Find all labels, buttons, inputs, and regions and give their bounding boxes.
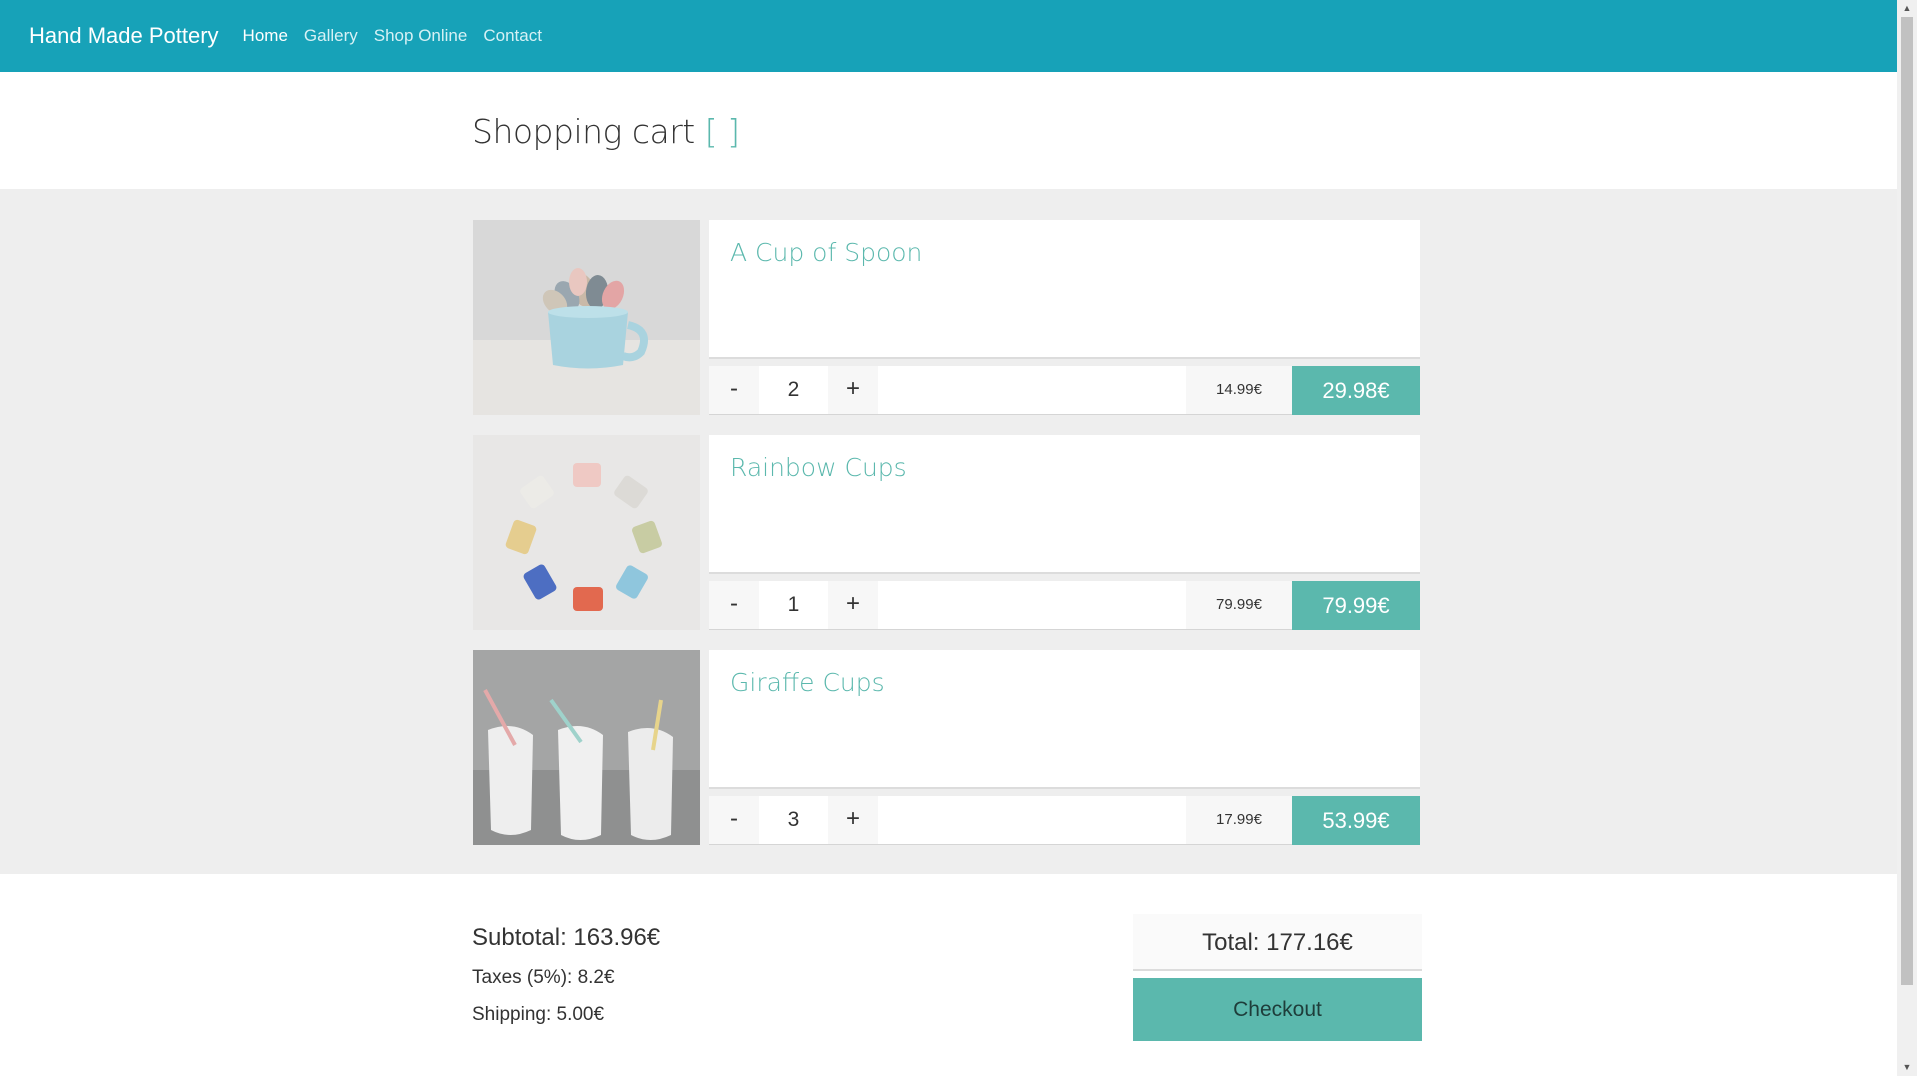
subtotal-text: Subtotal: 163.96€: [472, 924, 661, 951]
unit-price: 14.99€: [1186, 366, 1292, 414]
shipping-text: Shipping: 5.00€: [472, 1004, 605, 1025]
product-image-giraffe-cups: [473, 650, 700, 845]
decrease-quantity-button[interactable]: -: [709, 581, 759, 629]
item-controls: - 3 + 17.99€ 53.99€: [709, 796, 1420, 845]
decrease-quantity-button[interactable]: -: [709, 796, 759, 844]
increase-quantity-button[interactable]: +: [828, 366, 878, 414]
unit-price: 17.99€: [1186, 796, 1292, 844]
taxes-text: Taxes (5%): 8.2€: [472, 967, 615, 988]
item-info-panel: Giraffe Cups: [709, 650, 1420, 789]
unit-price: 79.99€: [1186, 581, 1292, 629]
quantity-value[interactable]: 2: [759, 366, 828, 414]
decrease-quantity-button[interactable]: -: [709, 366, 759, 414]
line-total: 29.98€: [1292, 366, 1420, 415]
nav-home[interactable]: Home: [243, 26, 288, 46]
product-image-cup-of-spoon: [473, 220, 700, 415]
page-title: Shopping cart [ ]: [472, 112, 740, 151]
quantity-value[interactable]: 1: [759, 581, 828, 629]
checkout-button[interactable]: Checkout: [1133, 978, 1422, 1041]
scroll-up-arrow-icon[interactable]: ▲: [1897, 0, 1917, 17]
item-controls: - 1 + 79.99€ 79.99€: [709, 581, 1420, 630]
cart-item: Giraffe Cups - 3 + 17.99€ 53.99€: [473, 650, 1420, 845]
page-title-text: Shopping cart: [472, 112, 695, 151]
line-total: 53.99€: [1292, 796, 1420, 845]
item-name[interactable]: Giraffe Cups: [730, 668, 885, 697]
scrollbar-thumb[interactable]: [1901, 17, 1913, 985]
brand-link[interactable]: Hand Made Pottery: [29, 23, 219, 49]
cart-item: A Cup of Spoon - 2 + 14.99€ 29.98€: [473, 220, 1420, 415]
scroll-down-arrow-icon[interactable]: ▼: [1897, 1059, 1917, 1076]
item-info-panel: A Cup of Spoon: [709, 220, 1420, 359]
page-scrollbar[interactable]: ▲ ▼: [1897, 0, 1917, 1076]
title-section: Shopping cart [ ]: [0, 72, 1897, 189]
nav-shop-online[interactable]: Shop Online: [374, 26, 468, 46]
total-text: Total: 177.16€: [1133, 914, 1422, 971]
item-info-panel: Rainbow Cups: [709, 435, 1420, 574]
nav-contact[interactable]: Contact: [483, 26, 542, 46]
nav-gallery[interactable]: Gallery: [304, 26, 358, 46]
product-image-rainbow-cups: [473, 435, 700, 630]
item-name[interactable]: A Cup of Spoon: [730, 238, 922, 267]
item-controls: - 2 + 14.99€ 29.98€: [709, 366, 1420, 415]
increase-quantity-button[interactable]: +: [828, 796, 878, 844]
increase-quantity-button[interactable]: +: [828, 581, 878, 629]
quantity-value[interactable]: 3: [759, 796, 828, 844]
line-total: 79.99€: [1292, 581, 1420, 630]
cart-count-bracket: [ ]: [704, 112, 740, 151]
item-name[interactable]: Rainbow Cups: [730, 453, 907, 482]
cart-item: Rainbow Cups - 1 + 79.99€ 79.99€: [473, 435, 1420, 630]
navbar: Hand Made Pottery Home Gallery Shop Onli…: [0, 0, 1897, 72]
